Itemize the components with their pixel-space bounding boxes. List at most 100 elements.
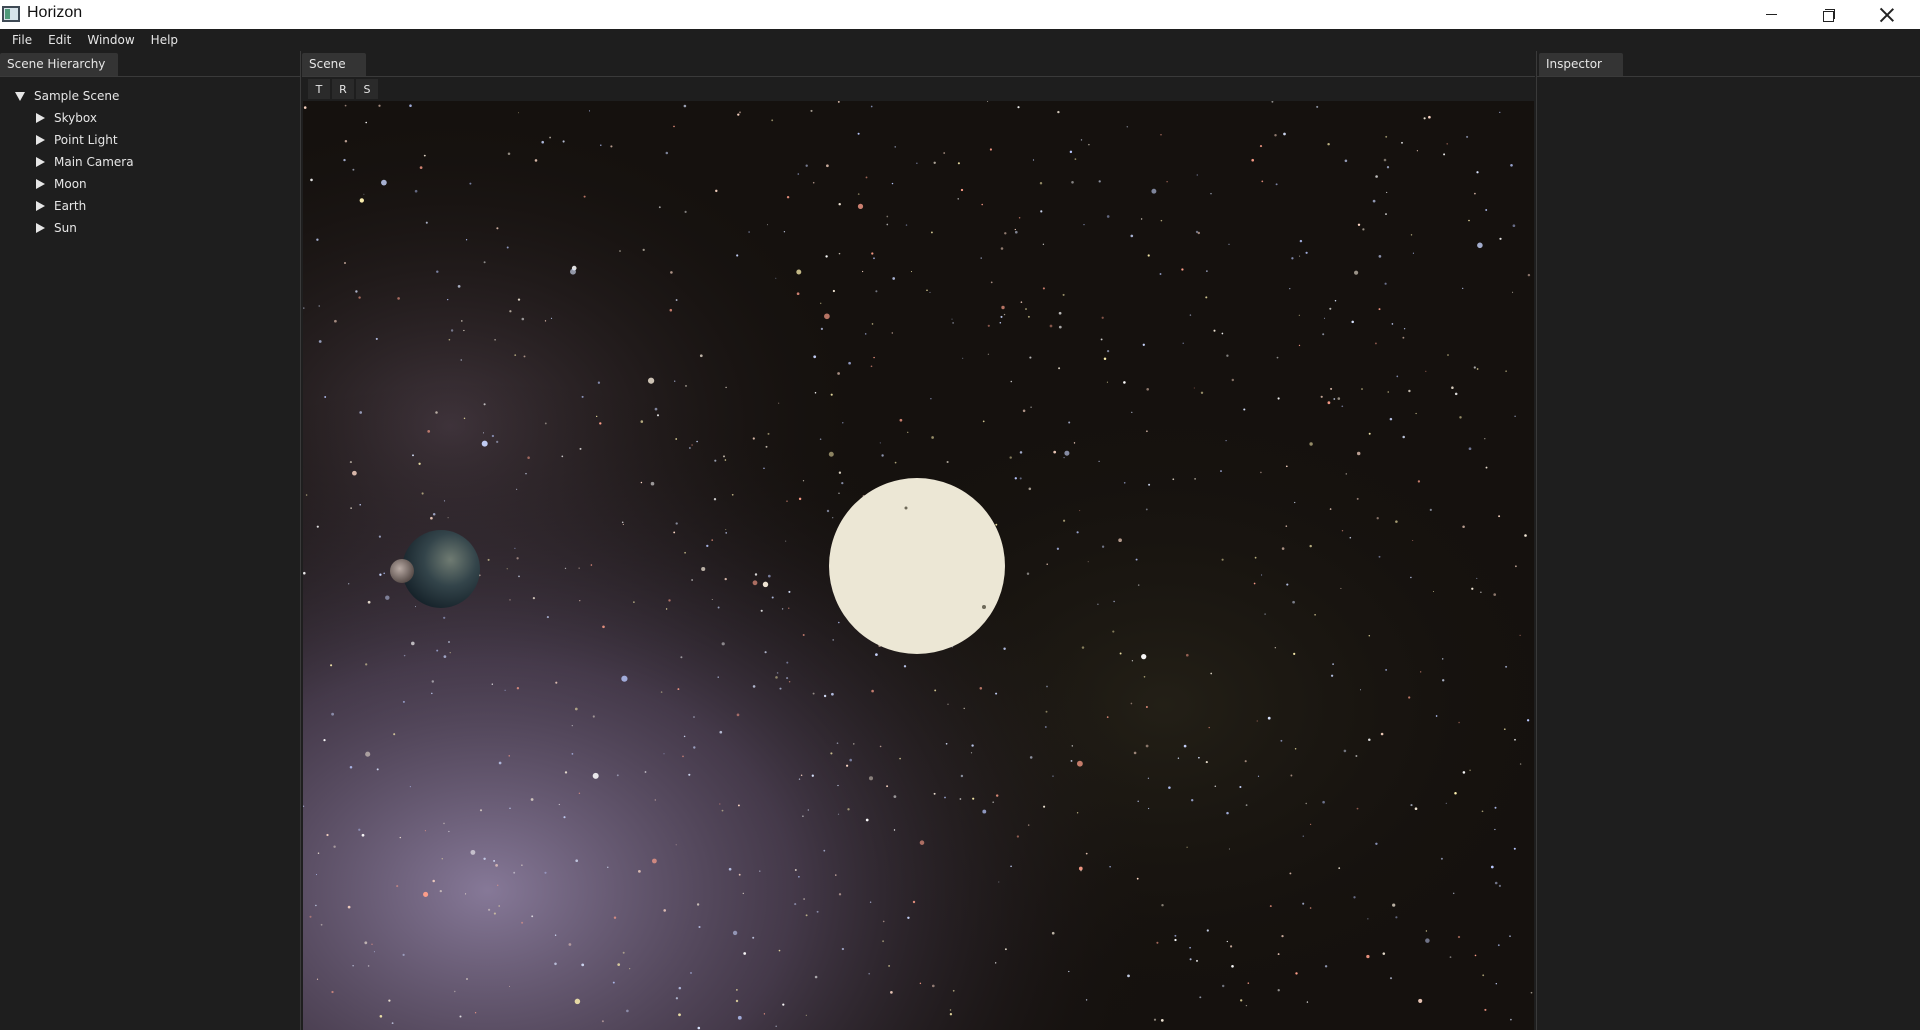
triangle-down-icon[interactable]: [15, 91, 25, 101]
tree-item-sun[interactable]: Sun: [0, 217, 300, 239]
tree-item-main-camera[interactable]: Main Camera: [0, 151, 300, 173]
star: [819, 438, 822, 440]
star: [725, 532, 728, 534]
star: [665, 151, 669, 155]
menu-help[interactable]: Help: [143, 29, 186, 51]
star: [873, 356, 875, 359]
star: [971, 744, 974, 747]
tree-item-earth[interactable]: Earth: [0, 195, 300, 217]
star: [737, 1015, 742, 1020]
star: [805, 164, 808, 167]
star: [498, 905, 501, 907]
star: [521, 921, 524, 924]
star: [752, 437, 755, 440]
tab-scene-hierarchy[interactable]: Scene Hierarchy: [0, 53, 118, 76]
star: [1137, 800, 1139, 803]
star: [1366, 954, 1370, 959]
star: [685, 385, 687, 387]
star: [1392, 903, 1396, 907]
tree-item-sample-scene[interactable]: Sample Scene: [0, 85, 300, 107]
star: [1499, 237, 1502, 240]
triangle-right-icon[interactable]: [36, 179, 45, 189]
star: [459, 1015, 462, 1018]
star: [1343, 749, 1347, 753]
star: [349, 766, 353, 769]
star: [365, 663, 368, 666]
tree-item-point-light[interactable]: Point Light: [0, 129, 300, 151]
star: [1416, 150, 1418, 152]
star: [1003, 313, 1006, 316]
moon-sphere[interactable]: [390, 559, 414, 583]
star: [786, 195, 790, 199]
star: [344, 104, 347, 107]
star: [607, 866, 609, 868]
triangle-right-icon[interactable]: [36, 135, 45, 145]
star: [763, 1013, 766, 1015]
star: [568, 943, 572, 946]
tree-item-moon[interactable]: Moon: [0, 173, 300, 195]
star: [1214, 785, 1217, 787]
star: [1378, 308, 1381, 311]
star: [1375, 175, 1378, 178]
star: [869, 901, 872, 903]
star: [838, 471, 842, 474]
star: [469, 182, 472, 185]
star: [481, 440, 488, 447]
menu-edit[interactable]: Edit: [40, 29, 79, 51]
star: [779, 687, 782, 690]
star: [1003, 647, 1006, 651]
star: [826, 509, 830, 513]
star: [830, 752, 833, 755]
rotate-tool-button[interactable]: R: [332, 79, 354, 99]
sun-sphere[interactable]: [829, 478, 1005, 654]
star: [1410, 576, 1412, 579]
star: [1420, 671, 1422, 673]
star: [1244, 760, 1247, 763]
star: [682, 755, 684, 758]
star: [1018, 217, 1021, 219]
star: [1106, 381, 1108, 383]
translate-tool-button[interactable]: T: [308, 79, 330, 99]
star: [1112, 630, 1115, 633]
star: [393, 733, 396, 736]
star: [812, 181, 815, 184]
star: [1362, 228, 1365, 231]
star: [759, 870, 761, 872]
star: [1462, 287, 1464, 290]
star: [788, 590, 791, 593]
scene-viewport[interactable]: [303, 101, 1534, 1030]
star: [1025, 308, 1027, 310]
star: [544, 422, 547, 425]
star: [411, 641, 415, 646]
star: [516, 687, 520, 690]
triangle-right-icon[interactable]: [36, 201, 45, 211]
triangle-right-icon[interactable]: [36, 223, 45, 233]
triangle-right-icon[interactable]: [36, 157, 45, 167]
close-button[interactable]: [1858, 0, 1916, 29]
restore-button[interactable]: [1800, 0, 1858, 29]
star: [1423, 117, 1426, 120]
tree-item-skybox[interactable]: Skybox: [0, 107, 300, 129]
menu-window[interactable]: Window: [79, 29, 142, 51]
star: [590, 564, 593, 566]
star: [1101, 545, 1105, 548]
minimize-button[interactable]: [1742, 0, 1800, 29]
star: [1198, 756, 1200, 759]
triangle-right-icon[interactable]: [36, 113, 45, 123]
menu-file[interactable]: File: [4, 29, 40, 51]
menu-bar: File Edit Window Help: [0, 29, 1920, 51]
star: [379, 1014, 383, 1018]
star: [1146, 430, 1148, 433]
tab-inspector[interactable]: Inspector: [1539, 53, 1623, 76]
star: [592, 715, 595, 718]
scale-tool-button[interactable]: S: [356, 79, 378, 99]
star: [436, 270, 439, 273]
star: [317, 852, 320, 855]
star: [805, 914, 808, 917]
star: [419, 166, 423, 169]
star: [951, 318, 953, 320]
tab-scene[interactable]: Scene: [302, 53, 366, 76]
star: [1189, 946, 1191, 949]
star: [1327, 401, 1331, 405]
star: [1264, 613, 1266, 615]
